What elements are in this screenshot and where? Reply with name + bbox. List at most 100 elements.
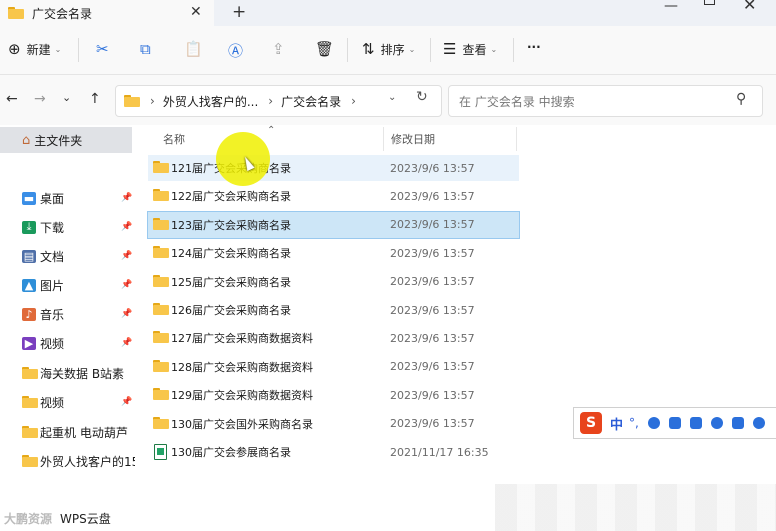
rename-button[interactable]: Ⓐ xyxy=(228,40,243,61)
keyboard-icon[interactable] xyxy=(668,417,681,429)
view-icon: ☰ xyxy=(443,40,457,58)
search-icon[interactable]: ⚲ xyxy=(736,91,746,107)
command-bar: ⊕ 新建 ⌄ ✂ ⧉ 📋 Ⓐ ⇪ 🗑 ⇅ 排序 ⌄ ☰ 查看 ⌄ ··· xyxy=(0,26,776,75)
sidebar-item-icon: ▶ xyxy=(22,336,36,350)
address-bar[interactable]: › 外贸人找客户的... › 广交会名录 › ⌄ ↻ xyxy=(115,85,442,117)
sidebar-item[interactable]: ⤓ 下载 📌 xyxy=(0,216,135,238)
scissors-icon: ✂ xyxy=(96,40,109,58)
file-row[interactable]: 130届广交会参展商名录 2021/11/17 16:35 xyxy=(148,439,519,465)
file-row[interactable]: 123届广交会采购商名录 2023/9/6 13:57 xyxy=(147,210,520,239)
refresh-icon[interactable]: ↻ xyxy=(416,89,428,105)
sidebar-item-label: 外贸人找客户的15 xyxy=(40,454,135,469)
file-row[interactable]: 126届广交会采购商名录 2023/9/6 13:57 xyxy=(148,297,519,323)
copy-button[interactable]: ⧉ xyxy=(140,40,151,58)
pin-icon[interactable]: 📌 xyxy=(121,222,132,232)
file-name: 130届广交会国外采购商名录 xyxy=(171,417,313,431)
sort-label: 排序 xyxy=(380,42,405,57)
folder-icon xyxy=(153,331,169,344)
file-name: 129届广交会采购商数据资料 xyxy=(171,389,313,403)
sidebar-item[interactable]: ▬ 桌面 📌 xyxy=(0,187,135,209)
emoji-icon[interactable] xyxy=(710,417,723,429)
file-row[interactable]: 121届广交会采购商名录2023/9/6 13:57 xyxy=(148,155,519,181)
folder-icon xyxy=(153,274,169,287)
tab-title: 广交会名录 xyxy=(32,6,93,21)
settings-gear-icon[interactable] xyxy=(752,417,765,429)
column-header-name[interactable]: 名称 xyxy=(163,131,185,147)
search-box[interactable]: ⚲ xyxy=(448,85,763,117)
file-row[interactable]: 128届广交会采购商数据资料 2023/9/6 13:57 xyxy=(148,354,519,380)
sidebar-item-icon: ▬ xyxy=(22,191,36,205)
maximize-button[interactable] xyxy=(704,0,715,5)
file-modified-date: 2023/9/6 13:57 xyxy=(390,189,475,203)
folder-icon xyxy=(153,388,169,401)
breadcrumb-item[interactable]: 广交会名录 xyxy=(281,93,341,110)
pin-icon[interactable]: 📌 xyxy=(121,309,132,319)
divider xyxy=(78,38,79,62)
column-header-date[interactable]: 修改日期 xyxy=(391,131,435,147)
cut-button[interactable]: ✂ xyxy=(96,40,109,58)
pin-icon[interactable]: 📌 xyxy=(121,193,132,203)
pin-icon[interactable]: 📌 xyxy=(121,397,132,407)
up-button[interactable]: ↑ xyxy=(89,91,101,107)
sidebar-item[interactable]: 海关数据 B站素 xyxy=(0,362,135,384)
pin-icon[interactable]: 📌 xyxy=(121,251,132,261)
skin-icon[interactable] xyxy=(689,417,702,429)
sidebar-item[interactable]: ♪ 音乐 📌 xyxy=(0,303,135,325)
sidebar-item-label: 主文件夹 xyxy=(34,133,83,148)
sidebar-item-home[interactable]: ⌂ 主文件夹 xyxy=(0,127,132,153)
breadcrumb-item[interactable]: 外贸人找客户的... xyxy=(163,93,258,110)
share-button[interactable]: ⇪ xyxy=(272,40,285,58)
file-row[interactable]: 127届广交会采购商数据资料 2023/9/6 13:57 xyxy=(148,325,519,351)
sidebar-item-label: 海关数据 B站素 xyxy=(40,366,125,381)
file-row[interactable]: 122届广交会采购商名录 2023/9/6 13:57 xyxy=(148,183,519,209)
file-row[interactable]: 125届广交会采购商名录 2023/9/6 13:57 xyxy=(148,269,519,295)
minimize-button[interactable]: — xyxy=(664,0,678,14)
close-window-button[interactable]: ✕ xyxy=(743,0,756,14)
plus-circle-icon: ⊕ xyxy=(8,40,21,58)
sidebar-item[interactable]: 外贸人找客户的15 xyxy=(0,450,135,472)
column-divider[interactable] xyxy=(383,127,384,151)
forward-button[interactable]: → xyxy=(34,91,46,107)
ime-language-toggle[interactable]: 中 xyxy=(610,414,623,433)
tab-close-icon[interactable]: ✕ xyxy=(190,4,202,20)
file-row[interactable]: 124届广交会采购商名录 2023/9/6 13:57 xyxy=(148,240,519,266)
file-row[interactable]: 129届广交会采购商数据资料 2023/9/6 13:57 xyxy=(148,382,519,408)
pin-icon[interactable]: 📌 xyxy=(121,280,132,290)
view-button[interactable]: ☰ 查看 ⌄ xyxy=(443,40,497,58)
sidebar-item[interactable]: ▶ 视频 📌 xyxy=(0,332,135,354)
sidebar-item-icon: ▤ xyxy=(22,249,36,263)
recent-locations-button[interactable]: ⌄ xyxy=(62,91,71,104)
pin-icon[interactable]: 📌 xyxy=(121,338,132,348)
file-modified-date: 2023/9/6 13:57 xyxy=(390,303,475,317)
sidebar-item[interactable]: ▤ 文档 📌 xyxy=(0,245,135,267)
folder-icon xyxy=(153,359,169,372)
paste-button[interactable]: 📋 xyxy=(184,40,203,58)
punctuation-toggle[interactable]: °, xyxy=(629,416,639,430)
file-modified-date: 2023/9/6 13:57 xyxy=(390,275,475,289)
apps-icon[interactable] xyxy=(731,417,744,429)
new-tab-button[interactable]: + xyxy=(232,2,246,22)
column-divider[interactable] xyxy=(516,127,517,151)
address-dropdown-icon[interactable]: ⌄ xyxy=(388,92,396,103)
search-input[interactable] xyxy=(457,92,731,112)
back-button[interactable]: ← xyxy=(6,91,18,107)
folder-icon xyxy=(124,95,140,107)
folder-icon xyxy=(153,189,169,202)
more-button[interactable]: ··· xyxy=(527,40,541,54)
microphone-icon[interactable] xyxy=(647,417,660,429)
file-modified-date: 2023/9/6 13:57 xyxy=(390,360,475,374)
delete-button[interactable]: 🗑 xyxy=(315,40,334,58)
new-button[interactable]: ⊕ 新建 ⌄ xyxy=(8,40,61,58)
sidebar-item[interactable]: 起重机 电动葫芦 xyxy=(0,421,135,443)
blurred-region xyxy=(495,484,776,531)
sogou-logo-icon[interactable]: S xyxy=(580,412,602,434)
sort-button[interactable]: ⇅ 排序 ⌄ xyxy=(362,40,415,58)
sidebar-item[interactable]: ▲ 图片 📌 xyxy=(0,274,135,296)
file-name: 127届广交会采购商数据资料 xyxy=(171,332,313,346)
tab-active[interactable]: 广交会名录 ✕ xyxy=(0,0,214,26)
sidebar-item[interactable]: 视频 📌 xyxy=(0,391,135,413)
more-icon: ··· xyxy=(527,40,541,54)
sidebar-item-label[interactable]: WPS云盘 xyxy=(60,510,111,527)
file-row[interactable]: 130届广交会国外采购商名录 2023/9/6 13:57 xyxy=(148,411,519,437)
ime-toolbar[interactable]: S 中 °, xyxy=(573,407,776,439)
